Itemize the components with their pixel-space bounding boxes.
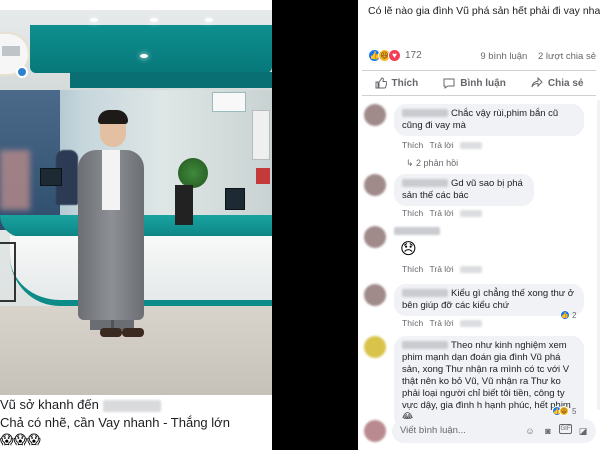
screenshot-root: Vũ sở khanh đến Chả có nhẽ, cần Vay nhan… xyxy=(0,0,600,450)
emoji-icon[interactable]: ☺ xyxy=(523,424,537,438)
caption-line-1: Vũ sở khanh đến xyxy=(0,396,272,414)
photo-light xyxy=(90,18,98,22)
comment-like-link[interactable]: Thích xyxy=(402,140,423,150)
redacted-commenter-name[interactable] xyxy=(402,289,448,298)
photo-light xyxy=(205,18,213,22)
redacted-timestamp xyxy=(460,266,483,274)
commenter-avatar[interactable] xyxy=(364,284,386,306)
photo-shoe xyxy=(122,328,144,337)
sticker-icon[interactable]: ◪ xyxy=(576,424,590,438)
share-icon xyxy=(531,77,543,88)
share-button-label: Chia sẻ xyxy=(547,77,584,89)
post-caption: Vũ sở khanh đến Chả có nhẽ, cần Vay nhan… xyxy=(0,396,272,450)
camera-icon[interactable]: ◙ xyxy=(541,424,555,438)
write-comment-row: Viết bình luận... ☺ ◙ GIF ◪ xyxy=(364,418,596,444)
photo-chair xyxy=(0,242,16,302)
comment-bubble: Chắc vậy rùi,phim bắn cũ cũng đi vay mà xyxy=(394,104,584,136)
photo-shoe xyxy=(100,328,122,337)
caption-line-2: Chả có nhẽ, cần Vay nhanh - Thắng lớn xyxy=(0,415,230,430)
redacted-text xyxy=(102,399,161,412)
photo-teal-beam xyxy=(30,25,272,73)
reaction-count: 172 xyxy=(405,50,422,61)
commenter-avatar[interactable] xyxy=(364,174,386,196)
comment-icon xyxy=(443,78,455,89)
photo-light xyxy=(140,54,148,58)
comment-reaction-count: 5 xyxy=(572,406,577,416)
redacted-timestamp xyxy=(460,320,483,328)
post-meta-counts: 9 bình luận 2 lượt chia sẻ xyxy=(480,51,596,62)
laptop-icon xyxy=(2,46,20,56)
comment-button[interactable]: Bình luận xyxy=(443,77,506,89)
comment-reply-link[interactable]: Trả lời xyxy=(429,208,453,218)
love-reaction-icon: ♥ xyxy=(388,49,401,62)
photo-monitor xyxy=(225,188,245,210)
redacted-timestamp xyxy=(460,142,483,150)
replies-link-label: 2 phản hồi xyxy=(416,158,459,168)
comment-input-placeholder: Viết bình luận... xyxy=(400,425,466,436)
left-post-panel: Vũ sở khanh đến Chả có nhẽ, cần Vay nhan… xyxy=(0,0,272,450)
comments-count-link[interactable]: 9 bình luận xyxy=(480,51,527,62)
comment-like-link[interactable]: Thích xyxy=(402,318,423,328)
comment-reaction-count: 2 xyxy=(572,310,577,320)
comment-button-label: Bình luận xyxy=(460,77,506,89)
commenter-avatar[interactable] xyxy=(364,226,386,248)
reply-arrow-icon: ↳ xyxy=(406,158,417,168)
current-user-avatar xyxy=(364,420,386,442)
view-replies-link[interactable]: ↳ 2 phản hồi xyxy=(406,158,458,169)
comment-actions: Thích Trả lời xyxy=(402,208,486,218)
photo-person-hair xyxy=(98,110,128,124)
comment-actions: Thích Trả lời xyxy=(402,318,486,328)
redacted-commenter-name[interactable] xyxy=(394,227,440,236)
commenter-avatar[interactable] xyxy=(364,336,386,358)
photo-wall-sign xyxy=(212,92,246,112)
gif-icon[interactable]: GIF xyxy=(559,424,572,434)
caption-text-1: Vũ sở khanh đến xyxy=(0,397,99,412)
commenter-avatar[interactable] xyxy=(364,104,386,126)
caption-emojis: 😱😱😱 xyxy=(0,432,41,447)
comment-input[interactable]: Viết bình luận... ☺ ◙ GIF ◪ xyxy=(392,419,596,443)
comment-text: Theo như kinh nghiệm xem phim mạnh dạn đ… xyxy=(402,340,571,423)
photo-red-sign xyxy=(256,168,270,184)
comment-reaction-chip[interactable]: 👍 2 xyxy=(560,310,576,320)
comment-reply-link[interactable]: Trả lời xyxy=(429,140,453,150)
comment-reply-link[interactable]: Trả lời xyxy=(429,318,453,328)
right-post-panel: Có lẽ nào gia đình Vũ phá sản hết phải đ… xyxy=(358,0,600,450)
post-photo[interactable] xyxy=(0,10,272,395)
share-button[interactable]: Chia sẻ xyxy=(531,77,584,89)
shares-count-link[interactable]: 2 lượt chia sẻ xyxy=(538,51,596,62)
photo-monitor xyxy=(40,168,62,186)
comment-bubble: Kiểu gì chẳng thế xong thư ở bên giúp đỡ… xyxy=(394,284,584,316)
photo-blurred-figure xyxy=(0,150,30,210)
post-title: Có lẽ nào gia đình Vũ phá sản hết phải đ… xyxy=(368,5,600,17)
comment-input-tools: ☺ ◙ GIF ◪ xyxy=(523,424,590,438)
redacted-timestamp xyxy=(460,210,483,218)
comment-actions: Thích Trả lời xyxy=(402,264,486,274)
photo-person-shirt xyxy=(102,150,120,210)
comment-like-link[interactable]: Thích xyxy=(402,264,423,274)
comment-reply-link[interactable]: Trả lời xyxy=(429,264,453,274)
post-action-bar: Thích Bình luận Chia sẻ xyxy=(362,70,596,96)
reactions-summary[interactable]: 👍 😆 ♥ 172 xyxy=(368,49,422,62)
comment-actions: Thích Trả lời xyxy=(402,140,486,150)
photo-teal-beam-lower xyxy=(70,72,272,88)
redacted-commenter-name[interactable] xyxy=(402,109,448,118)
comment-reaction-chip[interactable]: 👍 😆 5 xyxy=(552,406,576,416)
redacted-commenter-name[interactable] xyxy=(402,341,448,350)
redacted-commenter-name[interactable] xyxy=(402,179,448,188)
like-reaction-icon: 👍 xyxy=(560,310,570,320)
haha-reaction-icon: 😆 xyxy=(559,406,569,416)
comment-name-row xyxy=(394,226,464,238)
sad-face-emoji: 😞 xyxy=(400,241,417,258)
photo-plant-pot xyxy=(175,185,193,225)
photo-plant xyxy=(178,158,208,188)
comment-like-link[interactable]: Thích xyxy=(402,208,423,218)
comment-bubble: Gd vũ sao bị phá sản thế các bác xyxy=(394,174,534,206)
like-button[interactable]: Thích xyxy=(375,77,419,89)
photo-poster xyxy=(252,110,270,160)
like-button-label: Thích xyxy=(391,77,419,89)
verified-badge-icon xyxy=(16,66,28,78)
thumbs-up-icon xyxy=(375,77,387,89)
photo-light xyxy=(150,18,158,22)
